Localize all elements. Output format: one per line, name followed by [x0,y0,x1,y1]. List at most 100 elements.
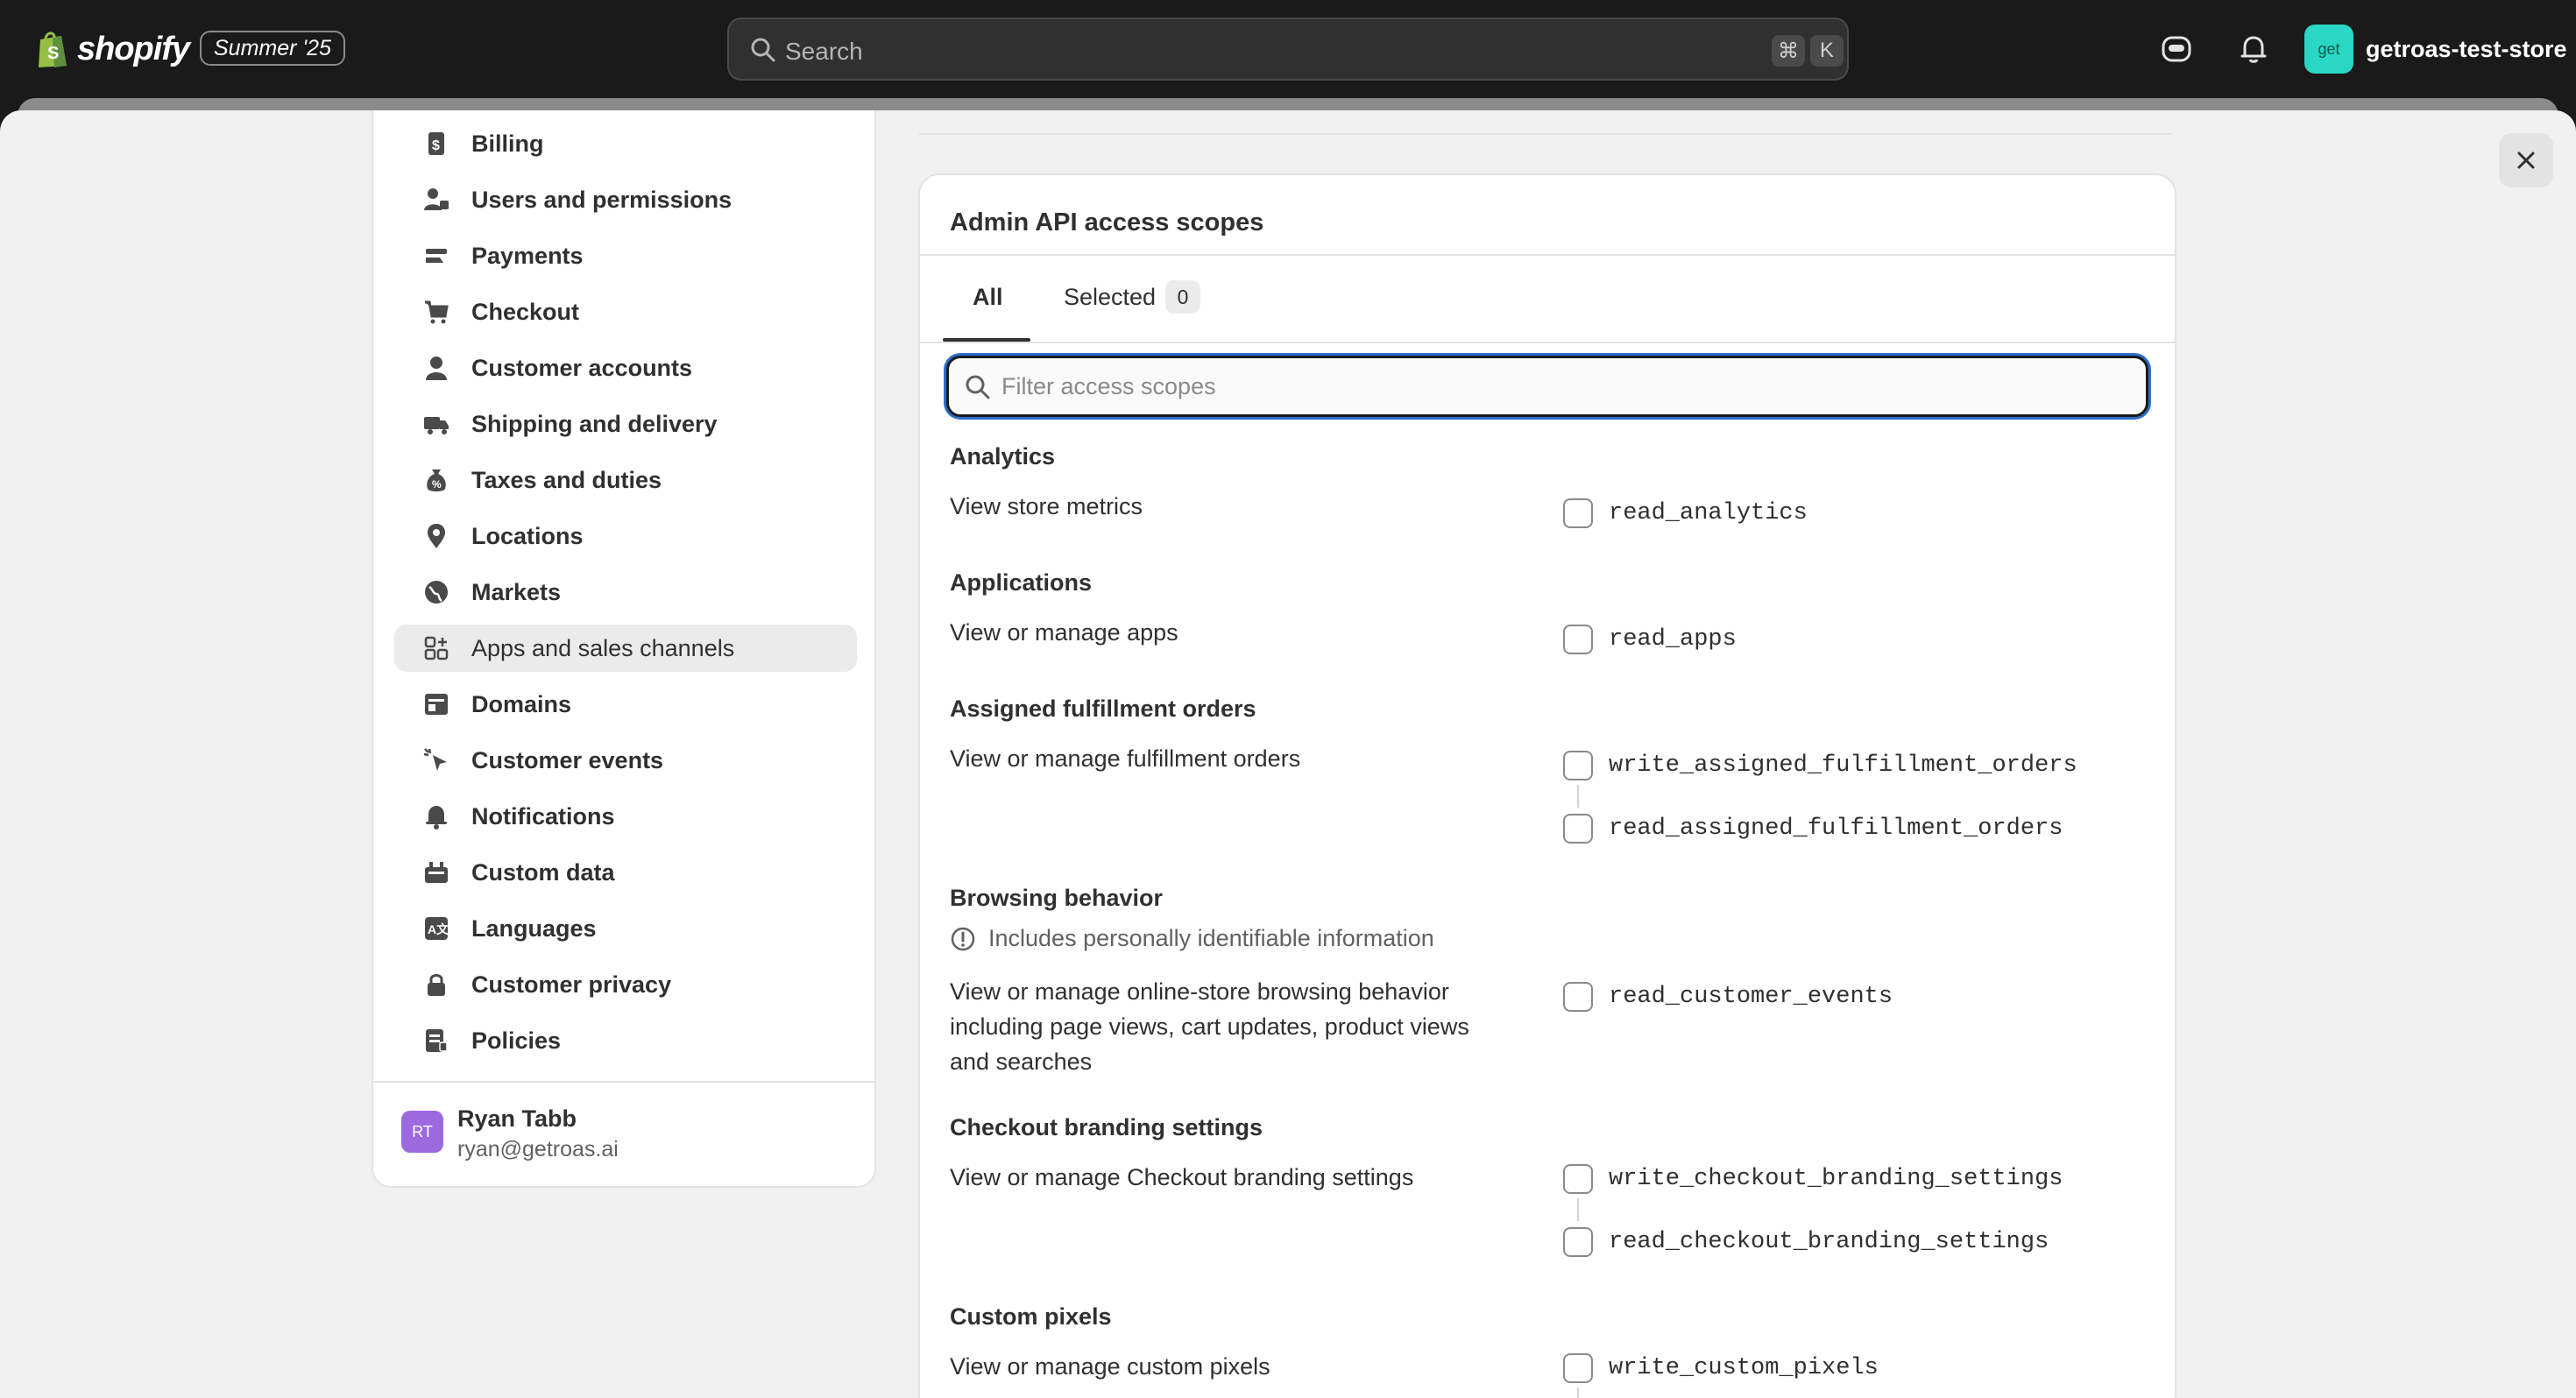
scope-row[interactable]: read_customer_events [1563,981,1893,1013]
sidebar-item-users[interactable]: Users and permissions [394,176,857,223]
scope-row[interactable]: read_checkout_branding_settings [1563,1226,2049,1258]
scope-group-description: View or manage online-store browsing beh… [950,978,1469,1075]
scope-group-title: Browsing behavior [950,885,1164,911]
sidebar-item-markets[interactable]: Markets [394,568,857,616]
scope-row[interactable]: write_checkout_branding_settings [1563,1163,2063,1195]
sidekick-icon[interactable] [2159,32,2194,67]
shortcut-key-k: K [1810,35,1844,67]
apps-icon [424,636,449,660]
sidebar-item-customer-accounts[interactable]: Customer accounts [394,344,857,392]
scope-group-title: Checkout branding settings [950,1114,1263,1140]
sidebar-item-checkout[interactable]: Checkout [394,288,857,335]
sidebar-item-label: Languages [471,914,597,942]
sidebar-item-billing[interactable]: $ Billing [394,120,857,167]
shopify-logo[interactable]: S shopify [35,26,190,72]
sidebar-item-apps[interactable]: Apps and sales channels [394,625,857,672]
sidebar-item-languages[interactable]: A文 Languages [394,905,857,952]
language-icon: A文 [425,917,449,940]
sidebar-item-payments[interactable]: Payments [394,232,857,279]
store-menu-button[interactable]: get getroas-test-store [2304,23,2567,75]
sidebar-item-label: Markets [471,578,562,605]
sidebar-item-label: Checkout [471,298,580,325]
scope-row[interactable]: write_assigned_fulfillment_orders [1563,750,2077,781]
scope-connector [1577,1198,1579,1221]
scope-connector [1577,785,1579,808]
sidebar-item-customer-events[interactable]: Customer events [394,737,857,784]
truck-icon [424,417,449,434]
scope-row[interactable]: read_analytics [1563,498,1808,529]
sidebar-item-domains[interactable]: Domains [394,681,857,728]
sidebar-item-locations[interactable]: Locations [394,512,857,560]
sidebar-item-label: Apps and sales channels [471,634,735,661]
scope-checkbox[interactable] [1563,498,1593,528]
bell-icon [426,806,447,830]
close-button[interactable] [2499,133,2553,187]
search-icon [751,38,775,62]
header-divider [918,133,2173,135]
scope-row[interactable]: read_assigned_fulfillment_orders [1563,813,2063,844]
sidebar-item-customer-privacy[interactable]: Customer privacy [394,961,857,1008]
scope-group-description: View or manage Checkout branding setting… [950,1164,1414,1190]
card-title: Admin API access scopes [950,208,1264,237]
sidebar-item-label: Customer privacy [471,971,672,998]
scope-checkbox[interactable] [1563,751,1593,780]
scope-name: read_apps [1609,626,1737,653]
payments-icon [426,249,447,263]
scope-group-title: Applications [950,569,1093,596]
scope-connector [1577,1387,1579,1398]
sidebar-item-label: Shipping and delivery [471,410,718,437]
scope-checkbox[interactable] [1563,625,1593,654]
scope-checkbox[interactable] [1563,982,1593,1012]
edition-badge[interactable]: Summer '25 [200,31,345,66]
sidebar-item-label: Locations [471,522,584,549]
sidebar-item-label: Taxes and duties [471,466,662,493]
pii-text: Includes personally identifiable informa… [988,925,1434,951]
sidebar-item-notifications[interactable]: Notifications [394,793,857,840]
scope-name: read_customer_events [1609,984,1893,1010]
access-scopes-card: Admin API access scopes All Selected 0 A… [918,173,2176,1398]
tab-selected[interactable]: Selected [1064,284,1156,311]
scope-group-title: Custom pixels [950,1303,1112,1330]
scope-checkbox[interactable] [1563,1227,1593,1257]
filter-input[interactable] [1001,365,2123,407]
domain-icon [425,694,448,715]
store-name: getroas-test-store [2366,35,2567,62]
globe-icon [425,581,448,604]
store-avatar: get [2304,25,2353,74]
svg-text:A文: A文 [428,922,449,936]
scope-group-title: Assigned fulfillment orders [950,695,1256,722]
cart-icon [425,300,449,324]
sidebar-item-label: Payments [471,242,584,269]
top-bar: S shopify Summer '25 Search ⌘ K get getr… [0,0,2576,98]
scope-checkbox[interactable] [1563,1164,1593,1194]
sidebar-item-taxes[interactable]: % Taxes and duties [394,456,857,504]
svg-text:S: S [47,44,59,63]
global-search[interactable]: Search ⌘ K [727,18,1849,81]
billing-icon: $ [428,132,444,155]
bell-icon[interactable] [2236,32,2271,67]
scope-checkbox[interactable] [1563,814,1593,844]
scope-group-description: View store metrics [950,493,1143,519]
scope-row[interactable]: write_custom_pixels [1563,1352,1879,1384]
sidebar-item-custom-data[interactable]: Custom data [394,849,857,896]
card-header-divider [920,254,2175,256]
sidebar-item-policies[interactable]: Policies [394,1017,857,1064]
sidebar-item-label: Custom data [471,858,615,886]
sidebar-item-label: Billing [471,130,544,157]
close-icon [2517,152,2535,169]
cursor-icon [423,748,447,771]
tab-all[interactable]: All [973,284,1003,311]
user-name: Ryan Tabb [457,1105,577,1132]
scope-row[interactable]: read_apps [1563,624,1737,655]
shortcut-key-cmd: ⌘ [1772,35,1805,67]
data-icon [425,862,448,883]
svg-text:%: % [432,478,442,491]
sidebar-item-label: Users and permissions [471,186,732,213]
sidebar-item-shipping[interactable]: Shipping and delivery [394,400,857,448]
scope-checkbox[interactable] [1563,1353,1593,1383]
location-icon [428,524,445,548]
shopify-bag-icon: S [39,32,67,67]
avatar[interactable]: RT [401,1111,443,1153]
sidebar-item-label: Customer accounts [471,354,693,381]
filter-field[interactable] [946,356,2148,417]
